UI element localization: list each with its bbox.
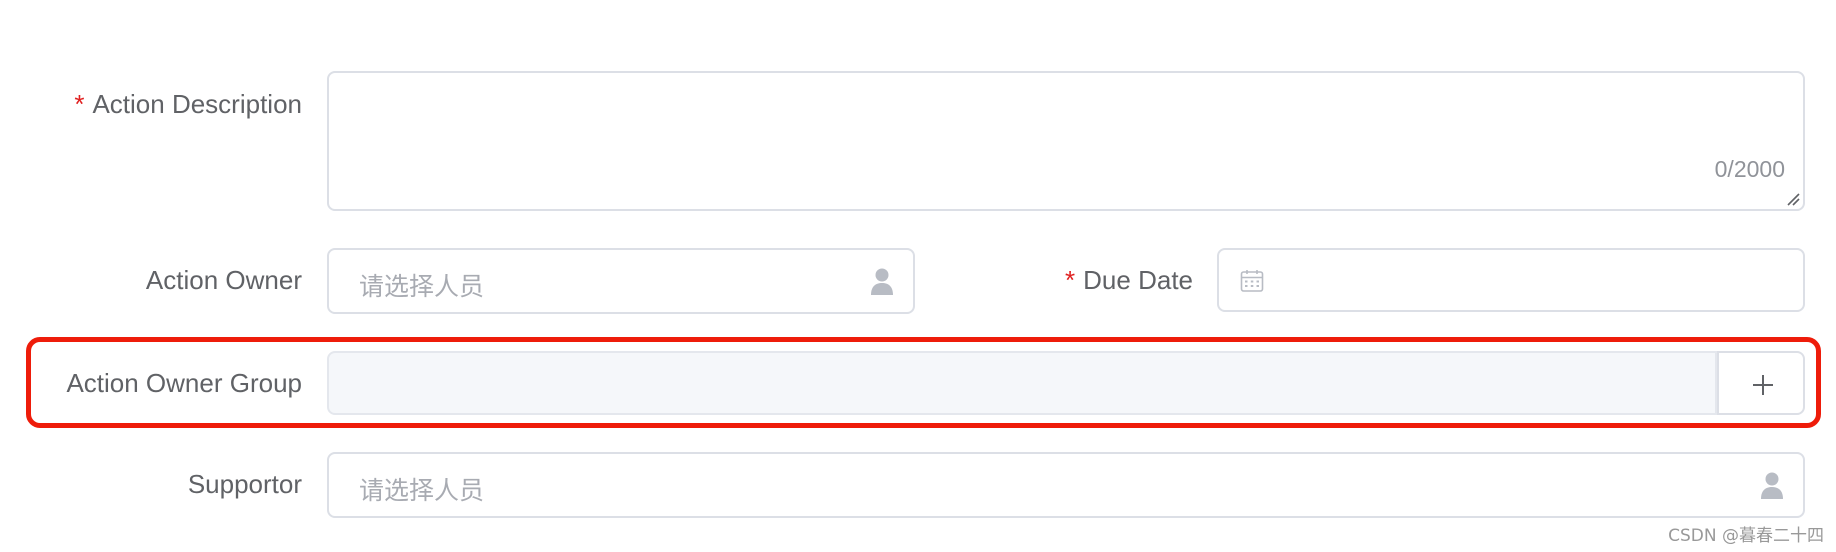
action-owner-label: Action Owner [146,265,302,296]
user-icon [1761,472,1783,499]
supportor-label: Supportor [188,469,302,500]
action-description-textarea[interactable]: 0/2000 [327,71,1805,211]
action-owner-placeholder: 请选择人员 [359,272,485,301]
form-page: * Action Description 0/2000 Action Owner … [0,0,1836,552]
plus-icon [1753,375,1773,395]
action-owner-label-text: Action Owner [145,265,302,295]
supportor-placeholder: 请选择人员 [359,476,485,505]
supportor-label-text: Supportor [187,469,302,499]
action-owner-group-label: Action Owner Group [66,368,302,399]
character-counter: 0/2000 [1714,156,1785,182]
action-owner-group-label-text: Action Owner Group [66,368,302,398]
due-date-label-text: Due Date [1083,265,1193,295]
required-mark: * [74,89,85,119]
add-owner-group-button[interactable] [1717,351,1805,415]
action-description-label-text: Action Description [92,89,302,119]
due-date-label: * Due Date [1065,265,1193,296]
required-mark: * [1065,265,1076,295]
action-owner-group-input [327,351,1717,415]
user-icon [871,268,893,295]
watermark: CSDN @暮春二十四 [1668,526,1824,546]
resize-handle-icon[interactable] [1786,192,1800,206]
due-date-picker[interactable] [1217,248,1805,312]
supportor-select[interactable]: 请选择人员 [327,452,1805,518]
action-description-label: * Action Description [74,89,302,120]
calendar-icon [1240,270,1264,292]
action-owner-select[interactable]: 请选择人员 [327,248,915,314]
